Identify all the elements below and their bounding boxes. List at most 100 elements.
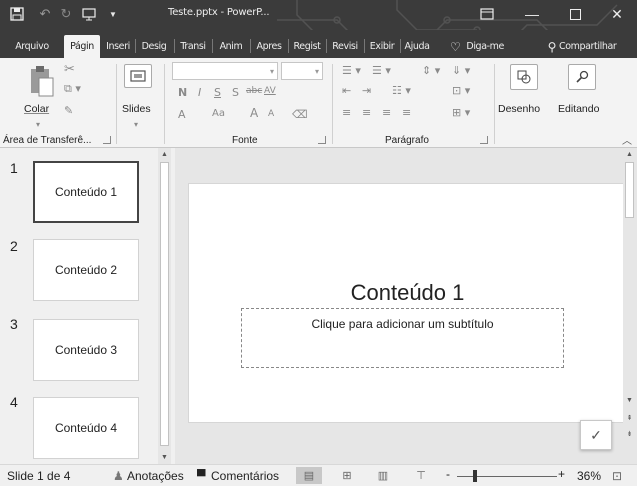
align-left-icon[interactable]: ≡: [342, 106, 351, 119]
ribbon-display-icon[interactable]: [465, 0, 509, 28]
drawing-icon[interactable]: [510, 64, 538, 90]
slides-dropdown-icon[interactable]: ▾: [134, 120, 138, 129]
tab-arquivo[interactable]: Arquivo: [6, 35, 58, 58]
new-slide-icon[interactable]: [124, 64, 152, 88]
tab-pagina-inicial[interactable]: Págin: [64, 35, 100, 58]
smartart-icon[interactable]: ⊞ ▾: [452, 106, 470, 119]
character-spacing-button[interactable]: AV: [264, 86, 276, 96]
next-slide-icon[interactable]: ⇟: [623, 428, 636, 440]
scroll-down-icon[interactable]: ▼: [623, 394, 636, 406]
justify-icon[interactable]: ≡: [402, 106, 411, 119]
paste-button[interactable]: Colar: [24, 103, 49, 115]
numbering-icon[interactable]: ☰ ▾: [372, 64, 391, 77]
zoom-slider-thumb[interactable]: [473, 470, 477, 482]
line-spacing-icon[interactable]: ⇕ ▾: [422, 64, 440, 77]
save-icon[interactable]: [8, 5, 26, 23]
zoom-level[interactable]: 36%: [577, 469, 601, 483]
undo-icon[interactable]: ↶: [36, 5, 54, 23]
start-presentation-icon[interactable]: [80, 5, 98, 23]
decrease-indent-icon[interactable]: ⇤: [342, 84, 351, 97]
checkmark-icon[interactable]: ✓: [580, 420, 612, 450]
slideshow-icon[interactable]: ⊤: [408, 467, 434, 484]
customize-icon[interactable]: ▼: [104, 5, 122, 23]
scroll-up-icon[interactable]: ▲: [158, 148, 171, 160]
tab-transicoes[interactable]: Transi: [176, 35, 210, 58]
previous-slide-icon[interactable]: ⇞: [623, 412, 636, 424]
slide-thumbnail-1[interactable]: Conteúdo 1: [33, 161, 139, 223]
bold-button[interactable]: N: [178, 86, 187, 99]
slide-thumbnail-4[interactable]: Conteúdo 4: [33, 397, 139, 459]
redo-icon[interactable]: ↻: [57, 5, 75, 23]
change-case-button[interactable]: Aa: [212, 108, 225, 119]
cut-icon[interactable]: ✂: [64, 62, 75, 77]
scroll-up-icon[interactable]: ▲: [623, 148, 636, 160]
find-icon[interactable]: [568, 64, 596, 90]
tab-revisao[interactable]: Revisi: [328, 35, 362, 58]
shadow-button[interactable]: S: [232, 86, 239, 99]
clear-formatting-icon[interactable]: ⌫: [292, 108, 308, 121]
tab-apresentacao[interactable]: Apres: [252, 35, 286, 58]
decrease-font-button[interactable]: A: [268, 109, 274, 119]
slide-thumbnail-3[interactable]: Conteúdo 3: [33, 319, 139, 381]
scroll-down-icon[interactable]: ▼: [158, 451, 171, 463]
increase-indent-icon[interactable]: ⇥: [362, 84, 371, 97]
tab-animacoes[interactable]: Anim: [214, 35, 248, 58]
share-button[interactable]: ⚲ Compartilhar: [530, 35, 634, 58]
maximize-icon[interactable]: [553, 0, 597, 28]
slide-canvas[interactable]: Conteúdo 1 Clique para adicionar um subt…: [188, 183, 627, 423]
subtitle-placeholder[interactable]: Clique para adicionar um subtítulo: [241, 308, 564, 368]
font-color-button[interactable]: A: [178, 108, 186, 121]
zoom-in-button[interactable]: +: [558, 467, 565, 481]
editing-button[interactable]: Editando: [558, 103, 599, 115]
underline-button[interactable]: S: [214, 86, 221, 99]
align-text-icon[interactable]: ⊡ ▾: [452, 84, 470, 97]
reading-view-icon[interactable]: ▥: [370, 467, 396, 484]
columns-icon[interactable]: ☷ ▾: [392, 84, 411, 97]
scroll-thumb[interactable]: [625, 162, 634, 218]
close-icon[interactable]: ✕: [595, 0, 637, 28]
slide-scrollbar[interactable]: ▲ ▼ ⇞ ⇟: [623, 148, 636, 464]
scroll-thumb[interactable]: [160, 162, 169, 446]
slide-title[interactable]: Conteúdo 1: [189, 280, 626, 306]
tab-registrar[interactable]: Regist: [290, 35, 324, 58]
tab-design[interactable]: Desig: [136, 35, 172, 58]
drawing-button[interactable]: Desenho: [498, 103, 540, 115]
paste-dropdown-icon[interactable]: ▾: [36, 120, 40, 129]
notes-button[interactable]: Anotações: [127, 469, 184, 483]
paragraph-group-label: Parágrafo: [385, 135, 429, 146]
font-size-combo[interactable]: ▾: [281, 62, 323, 80]
align-right-icon[interactable]: ≡: [382, 106, 391, 119]
tab-ajuda[interactable]: Ajuda: [401, 35, 433, 58]
zoom-out-button[interactable]: -: [446, 467, 450, 481]
increase-font-button[interactable]: A: [250, 106, 258, 120]
italic-button[interactable]: I: [198, 86, 201, 99]
fit-to-window-icon[interactable]: ⊡: [612, 469, 622, 483]
normal-view-icon[interactable]: ▤: [296, 467, 322, 484]
tab-exibir[interactable]: Exibir: [366, 35, 398, 58]
copy-icon[interactable]: ⧉ ▾: [64, 82, 81, 96]
clipboard-launcher-icon[interactable]: [103, 136, 111, 144]
text-direction-icon[interactable]: ⇓ ▾: [452, 64, 470, 77]
zoom-slider-track[interactable]: [457, 476, 557, 477]
strikethrough-button[interactable]: abc: [246, 86, 262, 96]
paste-icon[interactable]: [26, 64, 56, 98]
thumbnail-text: Conteúdo 3: [54, 343, 118, 357]
font-group-label: Fonte: [232, 135, 258, 146]
format-painter-icon[interactable]: ✎: [64, 104, 73, 117]
comments-button[interactable]: Comentários: [211, 469, 279, 483]
tab-inserir[interactable]: Inseri: [102, 35, 134, 58]
align-center-icon[interactable]: ≡: [362, 106, 371, 119]
slides-button[interactable]: Slides: [122, 103, 151, 115]
slide-sorter-icon[interactable]: ⊞: [334, 467, 360, 484]
bullets-icon[interactable]: ☰ ▾: [342, 64, 361, 77]
minimize-icon[interactable]: —: [510, 0, 554, 28]
thumbnail-scrollbar[interactable]: ▲ ▼: [158, 148, 171, 464]
slide-thumbnail-2[interactable]: Conteúdo 2: [33, 239, 139, 301]
font-launcher-icon[interactable]: [318, 136, 326, 144]
collapse-ribbon-icon[interactable]: ︿: [622, 132, 632, 147]
font-name-combo[interactable]: ▾: [172, 62, 278, 80]
window-title: Teste.pptx - PowerP...: [168, 7, 270, 18]
paragraph-launcher-icon[interactable]: [480, 136, 488, 144]
tell-me-search[interactable]: ♡ Diga-me: [440, 35, 514, 58]
thumbnail-text: Conteúdo 2: [54, 263, 118, 277]
